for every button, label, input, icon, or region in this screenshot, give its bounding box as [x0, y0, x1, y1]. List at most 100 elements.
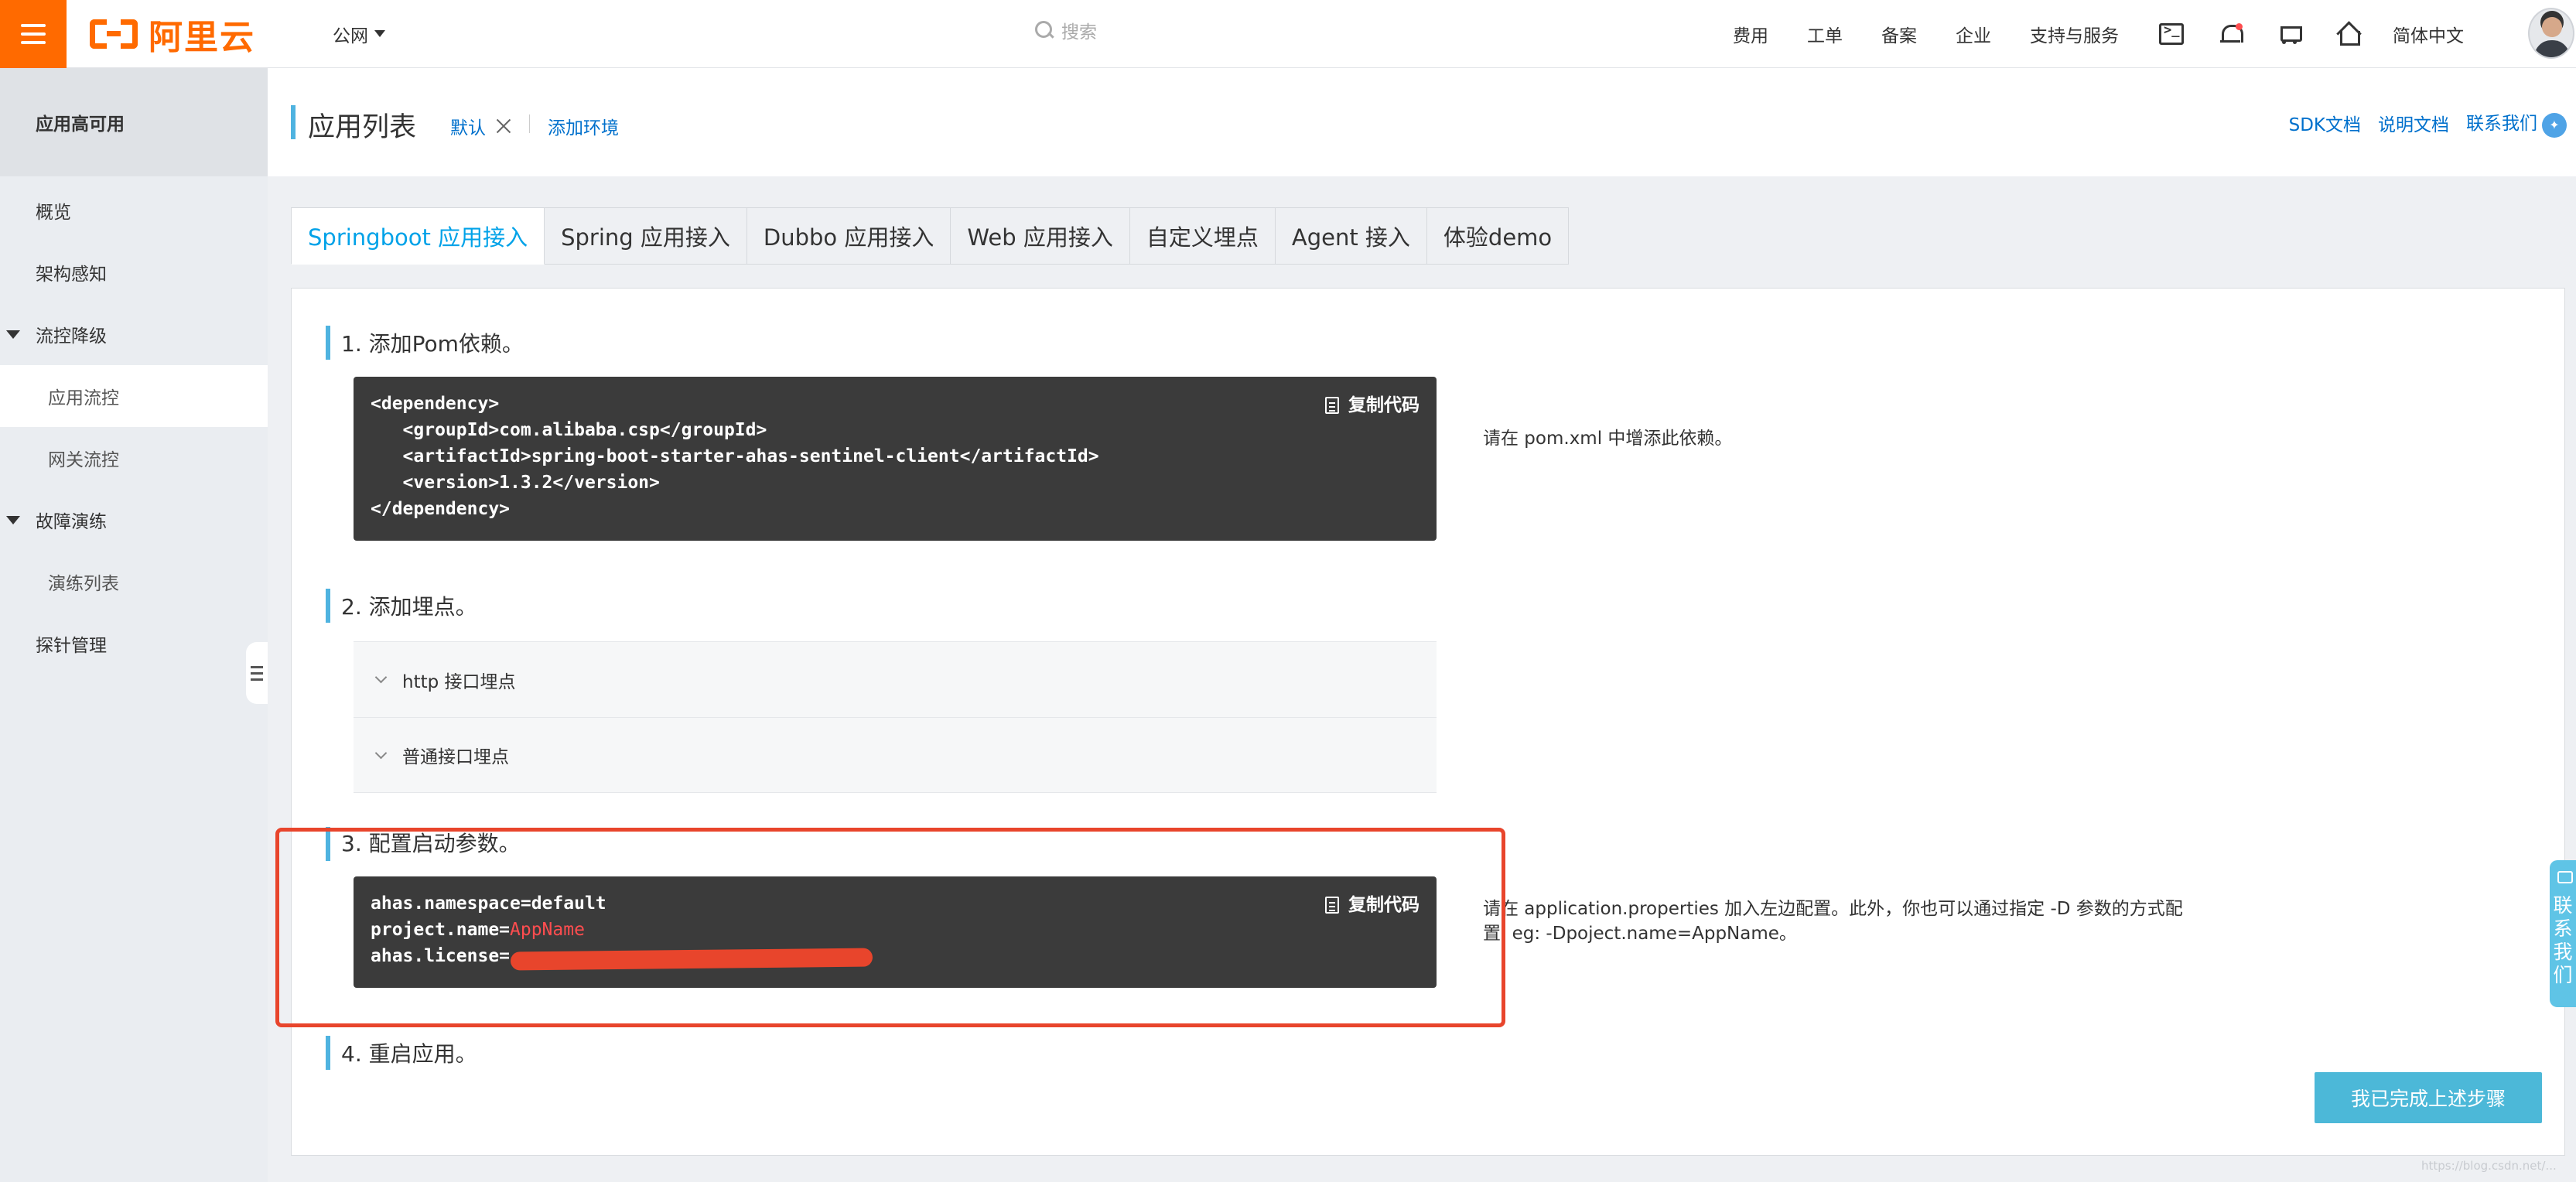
sdk-docs-link[interactable]: SDK文档 [2289, 110, 2361, 136]
accordion-item-normal[interactable]: 普通接口埋点 [354, 717, 1437, 793]
code-line: <groupId>com.alibaba.csp</groupId> [371, 420, 767, 440]
divider [529, 114, 530, 133]
hamburger-menu-icon[interactable] [0, 0, 67, 68]
top-bar: 阿里云 公网 搜索 费用 工单 备案 企业 支持与服务 简体中文 [0, 0, 2576, 68]
tab-demo[interactable]: 体验demo [1426, 207, 1570, 265]
sidebar-item-label: 探针管理 [36, 636, 107, 656]
contact-icon: ✦ [2542, 112, 2567, 138]
step-accent-bar [326, 589, 330, 623]
region-selector[interactable]: 公网 [333, 21, 385, 47]
contact-link-label: 联系我们 [2466, 114, 2537, 134]
code-line: <artifactId>spring-boot-starter-ahas-sen… [371, 446, 1099, 466]
nav-fees[interactable]: 费用 [1733, 21, 1768, 47]
page-header: 应用列表 默认 添加环境 SDK文档 说明文档 联系我们 ✦ [268, 68, 2576, 176]
code-line: </dependency> [371, 499, 511, 519]
top-nav: 费用 工单 备案 企业 支持与服务 简体中文 [1733, 0, 2503, 68]
accordion-item-label: 普通接口埋点 [402, 747, 509, 767]
redaction-scribble [510, 948, 873, 971]
copy-code-label: 复制代码 [1348, 395, 1420, 415]
sidebar-item-label: 应用流控 [48, 388, 119, 408]
nav-icp[interactable]: 备案 [1881, 21, 1917, 47]
contact-float-char: 我 [2553, 941, 2573, 963]
step-3-note-line: 请在 application.properties 加入左边配置。此外，你也可以… [1483, 899, 2183, 919]
step-2-title: 2. 添加埋点。 [341, 594, 477, 620]
contact-float-char: 系 [2553, 917, 2573, 940]
step-3-note: 请在 application.properties 加入左边配置。此外，你也可以… [1483, 897, 2303, 946]
header-links: SDK文档 说明文档 联系我们 ✦ [2289, 108, 2567, 138]
code-line: <version>1.3.2</version> [371, 473, 660, 493]
code-line: <dependency> [371, 394, 500, 414]
title-accent-bar [291, 105, 296, 139]
region-label: 公网 [333, 26, 368, 46]
contact-float-char: 联 [2553, 894, 2573, 917]
cart-icon[interactable] [2275, 20, 2303, 48]
sidebar-item-app-flow-control[interactable]: 应用流控 [0, 365, 268, 427]
done-steps-button[interactable]: 我已完成上述步骤 [2315, 1072, 2542, 1123]
sidebar-item-gateway-flow-control[interactable]: 网关流控 [0, 427, 268, 489]
global-search[interactable]: 搜索 [1035, 17, 1097, 43]
sidebar-item-label: 流控降级 [36, 326, 107, 347]
chevron-down-icon [374, 746, 388, 759]
env-label: 默认 [450, 118, 486, 138]
add-env-link[interactable]: 添加环境 [548, 113, 619, 139]
home-icon[interactable] [2334, 20, 2362, 48]
sidebar-item-label: 架构感知 [36, 265, 107, 285]
watermark: https://blog.csdn.net/... [2421, 1159, 2557, 1173]
contact-float-char: 们 [2553, 964, 2573, 986]
tracking-accordion: http 接口埋点 普通接口埋点 [354, 641, 1437, 793]
step-accent-bar [326, 326, 330, 360]
accordion-item-label: http 接口埋点 [402, 671, 516, 692]
sidebar-item-label: 故障演练 [36, 512, 107, 532]
tab-agent[interactable]: Agent 接入 [1275, 207, 1427, 265]
page-title: 应用列表 [308, 112, 417, 143]
nav-support[interactable]: 支持与服务 [2030, 21, 2119, 47]
user-avatar[interactable] [2528, 8, 2574, 59]
sidebar-item-architecture[interactable]: 架构感知 [0, 241, 268, 303]
sidebar-item-label: 演练列表 [48, 574, 119, 594]
pom-code-block[interactable]: <dependency> <groupId>com.alibaba.csp</g… [354, 377, 1437, 541]
tab-dubbo[interactable]: Dubbo 应用接入 [746, 207, 951, 265]
sidebar: 应用高可用 概览 架构感知 流控降级 应用流控 网关流控 故障演练 演练列表 探… [0, 68, 268, 1182]
integration-tabs: Springboot 应用接入 Spring 应用接入 Dubbo 应用接入 W… [291, 207, 1570, 265]
step-1-note: 请在 pom.xml 中增添此依赖。 [1483, 429, 1733, 449]
language-selector[interactable]: 简体中文 [2393, 21, 2464, 47]
bell-icon[interactable] [2216, 20, 2244, 48]
tab-custom-tracking[interactable]: 自定义埋点 [1129, 207, 1276, 265]
logo-text: 阿里云 [149, 17, 255, 57]
chevron-down-icon [374, 671, 388, 684]
tab-web[interactable]: Web 应用接入 [951, 207, 1130, 265]
sidebar-item-drill-list[interactable]: 演练列表 [0, 551, 268, 613]
caret-down-icon [6, 330, 20, 339]
docs-link[interactable]: 说明文档 [2378, 110, 2449, 136]
sidebar-item-label: 概览 [36, 203, 71, 223]
nav-enterprise[interactable]: 企业 [1956, 21, 1991, 47]
env-tag[interactable]: 默认 [450, 113, 512, 139]
copy-code-button[interactable]: 复制代码 [1325, 392, 1420, 418]
terminal-icon[interactable] [2157, 20, 2185, 48]
sidebar-item-overview[interactable]: 概览 [0, 179, 268, 241]
copy-icon [1325, 397, 1339, 414]
chat-icon [2557, 871, 2573, 883]
close-icon[interactable] [495, 118, 512, 135]
tab-springboot[interactable]: Springboot 应用接入 [291, 207, 545, 265]
sidebar-title: 应用高可用 [0, 68, 268, 176]
aliyun-logo[interactable]: 阿里云 [90, 9, 255, 59]
sidebar-collapse-icon[interactable] [246, 642, 268, 704]
caret-down-icon [374, 30, 385, 37]
step-4-title: 4. 重启应用。 [341, 1041, 477, 1067]
accordion-item-http[interactable]: http 接口埋点 [354, 641, 1437, 717]
sidebar-item-probe-management[interactable]: 探针管理 [0, 613, 268, 675]
step-3-note-line: 置, eg: -Dpoject.name=AppName。 [1483, 924, 1797, 944]
highlight-annotation-box [275, 828, 1505, 1027]
contact-link[interactable]: 联系我们 ✦ [2466, 108, 2567, 138]
sidebar-item-label: 网关流控 [48, 450, 119, 470]
sidebar-group-flow-control[interactable]: 流控降级 [0, 303, 268, 365]
sidebar-group-fault-drill[interactable]: 故障演练 [0, 489, 268, 551]
contact-float-button[interactable]: 联 系 我 们 [2550, 860, 2576, 1007]
step-1-title: 1. 添加Pom依赖。 [341, 331, 524, 357]
search-icon [1035, 21, 1054, 39]
tab-spring[interactable]: Spring 应用接入 [545, 207, 747, 265]
nav-tickets[interactable]: 工单 [1807, 21, 1843, 47]
caret-down-icon [6, 516, 20, 524]
aliyun-logo-icon [90, 19, 138, 49]
